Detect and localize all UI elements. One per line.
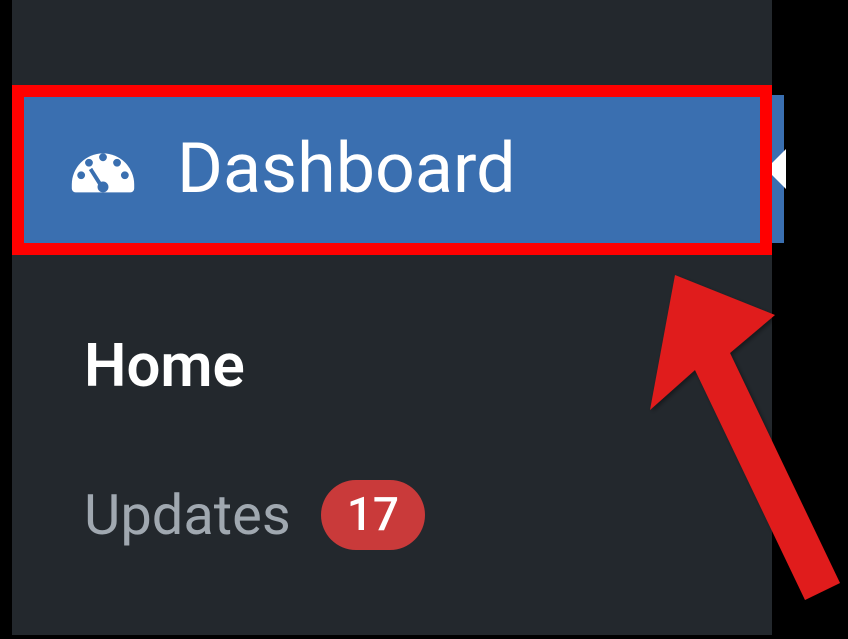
menu-item-home[interactable]: Home — [24, 310, 784, 421]
dashboard-label: Dashboard — [177, 128, 516, 210]
sidebar: Dashboard Home Updates 17 — [12, 0, 772, 635]
updates-label: Updates — [84, 482, 291, 548]
dashboard-gauge-icon — [64, 130, 142, 208]
menu-item-dashboard[interactable]: Dashboard — [24, 95, 784, 243]
updates-count-badge: 17 — [321, 480, 425, 550]
home-label: Home — [84, 330, 245, 401]
menu-item-updates[interactable]: Updates 17 — [24, 460, 784, 570]
active-indicator-icon — [766, 149, 786, 189]
